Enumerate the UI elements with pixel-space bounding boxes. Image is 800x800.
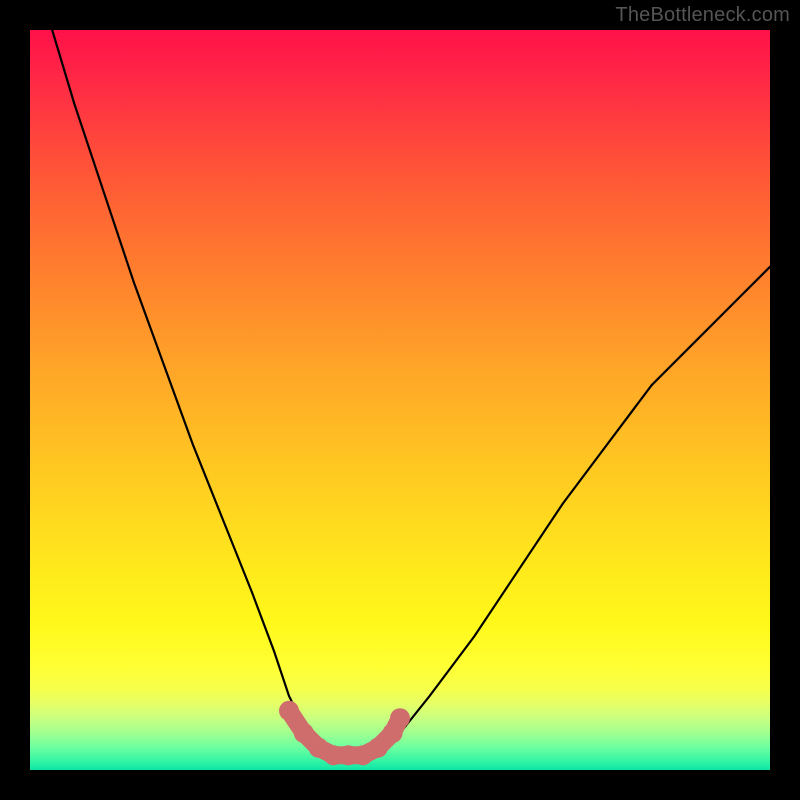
plot-area	[30, 30, 770, 770]
highlight-dots	[279, 701, 410, 765]
curve-overlay	[30, 30, 770, 770]
highlight-dot	[279, 701, 299, 721]
highlight-dot	[390, 708, 410, 728]
bottleneck-curve-path	[52, 30, 770, 763]
watermark-label: TheBottleneck.com	[615, 4, 790, 27]
highlight-dot	[368, 738, 388, 758]
highlight-dot	[294, 723, 314, 743]
